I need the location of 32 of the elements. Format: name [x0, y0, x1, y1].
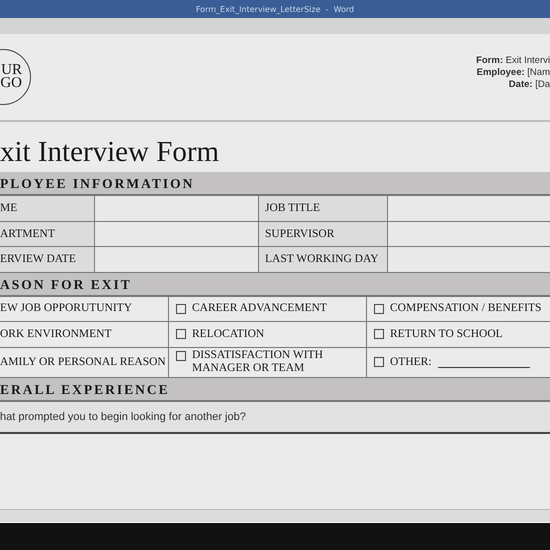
checkbox[interactable] [374, 357, 384, 367]
header-field: Form: Exit Intervi [476, 55, 550, 67]
option-label: EW JOB OPPORUTUNITY [0, 302, 132, 316]
option-label: ORK ENVIRONMENT [0, 328, 112, 341]
logo-text: UR [0, 64, 22, 77]
option-label: DISSATISFACTION WITH MANAGER OR TEAM [192, 348, 324, 374]
field-label: ARTMENT [0, 222, 95, 246]
checkbox[interactable] [374, 329, 384, 340]
option-label: OTHER: [390, 356, 432, 368]
header-field: Employee: [Nam [476, 67, 550, 79]
field-label: LAST WORKING DAY [259, 247, 388, 272]
option-label: AMILY OR PERSONAL REASON [0, 356, 166, 368]
checkbox[interactable] [374, 304, 384, 314]
option-label: CAREER ADVANCEMENT [192, 302, 327, 316]
logo-text: GO [0, 77, 22, 90]
checkbox[interactable] [176, 329, 186, 340]
header-field: Date: [Da [508, 79, 550, 91]
checkbox[interactable] [176, 350, 186, 360]
option-label: COMPENSATION / BENEFITS [390, 302, 542, 316]
field-label: ERVIEW DATE [0, 247, 95, 272]
form-title: xit Interview Form [0, 135, 220, 170]
checkbox[interactable] [176, 304, 186, 314]
window-title: Form_Exit_Interview_LetterSize - Word [196, 4, 354, 14]
field-label: SUPERVISOR [259, 222, 388, 246]
section-heading: ASON FOR EXIT [0, 272, 550, 296]
option-label: RELOCATION [192, 328, 264, 341]
question-text: hat prompted you to begin looking for another job? [0, 402, 550, 434]
field-label: ME [0, 196, 95, 220]
field-label: JOB TITLE [259, 196, 388, 220]
option-label: RETURN TO SCHOOL [390, 328, 503, 341]
section-heading: ERALL EXPERIENCE [0, 378, 550, 402]
section-heading: PLOYEE INFORMATION [0, 172, 550, 196]
